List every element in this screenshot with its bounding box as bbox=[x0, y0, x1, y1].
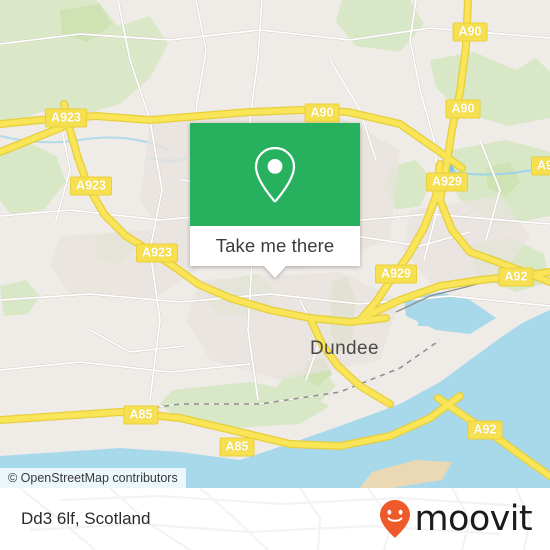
road-shield-a85: A85 bbox=[123, 405, 159, 425]
road-shield-a929: A929 bbox=[375, 264, 417, 284]
footer-bar: Dd3 6lf, Scotland moovit bbox=[0, 488, 550, 550]
road-shield-a90: A90 bbox=[452, 22, 488, 42]
road-shield-label: A90 bbox=[458, 24, 482, 39]
card-label-area: Take me there bbox=[190, 226, 360, 266]
card-image-area bbox=[190, 123, 360, 226]
map-canvas[interactable]: Dundee A90 A90 A90 A923 A923 A923 A929 A929 A92 A… bbox=[0, 0, 550, 488]
moovit-map-screen: Dundee A90 A90 A90 A923 A923 A923 A929 A929 A92 A… bbox=[0, 0, 550, 550]
road-shield-label: A9 bbox=[537, 158, 550, 173]
take-me-there-label: Take me there bbox=[215, 235, 335, 256]
road-shield-label: A929 bbox=[432, 174, 462, 189]
road-shield-label: A923 bbox=[142, 245, 172, 260]
road-shield-a90: A90 bbox=[445, 99, 481, 119]
moovit-brand[interactable]: moovit bbox=[378, 488, 533, 550]
take-me-there-card[interactable]: Take me there bbox=[190, 123, 360, 278]
road-shield-label: A923 bbox=[51, 110, 81, 125]
road-shield-label: A929 bbox=[381, 266, 411, 281]
road-shield-a90: A90 bbox=[304, 103, 340, 123]
moovit-smiley-pin-icon bbox=[379, 500, 410, 538]
road-shield-a92: A92 bbox=[467, 420, 503, 440]
location-pin-outline-icon bbox=[254, 146, 296, 202]
road-shield-a929: A929 bbox=[426, 172, 468, 192]
address-label: Dd3 6lf, Scotland bbox=[21, 509, 151, 528]
road-shield-a923: A923 bbox=[136, 243, 178, 263]
road-shield-label: A85 bbox=[129, 407, 153, 422]
moovit-wordmark: moovit bbox=[414, 498, 533, 539]
road-shield-a923: A923 bbox=[70, 176, 112, 196]
road-shield-label: A92 bbox=[473, 422, 497, 437]
road-shield-a9: A9 bbox=[531, 156, 550, 176]
road-shield-label: A90 bbox=[451, 101, 475, 116]
road-shield-a85: A85 bbox=[219, 437, 255, 457]
osm-attribution[interactable]: © OpenStreetMap contributors bbox=[0, 468, 186, 488]
road-shield-a92: A92 bbox=[498, 267, 534, 287]
road-shield-a923: A923 bbox=[45, 108, 87, 128]
road-shield-label: A923 bbox=[76, 178, 106, 193]
road-shield-label: A85 bbox=[225, 439, 249, 454]
road-shield-label: A92 bbox=[504, 269, 528, 284]
road-shield-label: A90 bbox=[310, 105, 334, 120]
card-pointer-tail bbox=[264, 266, 286, 278]
